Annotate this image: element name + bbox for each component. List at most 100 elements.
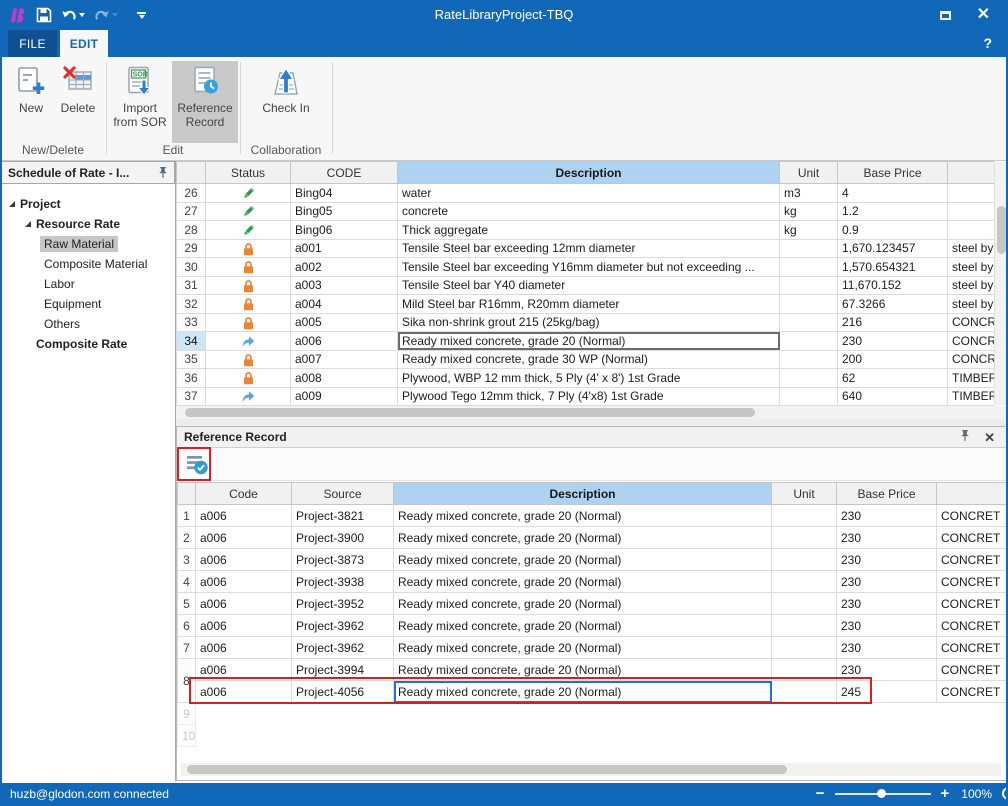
row-number-cell[interactable]: 29	[177, 239, 206, 258]
table-row[interactable]: 2a006Project-3900Ready mixed concrete, g…	[178, 527, 1008, 549]
column-header-base-price[interactable]: Base Price	[838, 162, 948, 184]
code-cell[interactable]: a006	[196, 659, 292, 681]
unit-cell[interactable]: kg	[780, 221, 838, 240]
group-cell[interactable]: steel by	[948, 276, 995, 295]
unit-cell[interactable]	[780, 350, 838, 369]
zoom-out-button[interactable]: −	[816, 786, 825, 801]
row-number-cell[interactable]: 1	[178, 505, 196, 527]
base-price-cell[interactable]: 230	[837, 527, 937, 549]
unit-cell[interactable]	[780, 258, 838, 277]
description-cell[interactable]: Ready mixed concrete, grade 30 WP (Norma…	[398, 350, 780, 369]
description-cell[interactable]: Ready mixed concrete, grade 20 (Normal)	[394, 571, 772, 593]
base-price-cell[interactable]: 245	[837, 681, 937, 703]
unit-cell[interactable]	[780, 295, 838, 314]
group-cell[interactable]	[948, 221, 995, 240]
base-price-cell[interactable]: 1.2	[838, 202, 948, 221]
sidebar-item-labor[interactable]: Labor	[2, 274, 175, 294]
base-price-cell[interactable]: 230	[837, 593, 937, 615]
status-cell[interactable]	[206, 387, 291, 406]
panel-splitter[interactable]	[176, 419, 1008, 426]
table-row[interactable]: 4a006Project-3938Ready mixed concrete, g…	[178, 571, 1008, 593]
sidebar-item-composite-rate[interactable]: Composite Rate	[2, 334, 175, 354]
tree-expander-icon[interactable]	[24, 220, 32, 228]
row-number-cell[interactable]: 7	[178, 637, 196, 659]
group-cell[interactable]: CONCRET	[937, 527, 1008, 549]
unit-cell[interactable]	[772, 571, 837, 593]
base-price-cell[interactable]: 230	[837, 637, 937, 659]
help-icon[interactable]: ?	[983, 35, 992, 51]
code-cell[interactable]: a003	[291, 276, 398, 295]
description-cell[interactable]: Ready mixed concrete, grade 20 (Normal)	[394, 681, 772, 703]
column-header-unit[interactable]: Unit	[780, 162, 838, 184]
source-cell[interactable]: Project-3821	[292, 505, 394, 527]
base-price-cell[interactable]: 0.9	[838, 221, 948, 240]
unit-cell[interactable]	[772, 527, 837, 549]
sidebar-item-others[interactable]: Others	[2, 314, 175, 334]
table-row[interactable]: 5a006Project-3952Ready mixed concrete, g…	[178, 593, 1008, 615]
status-cell[interactable]	[206, 369, 291, 388]
description-cell[interactable]: Tensile Steel bar exceeding 12mm diamete…	[398, 239, 780, 258]
unit-cell[interactable]	[780, 387, 838, 406]
code-cell[interactable]: a006	[196, 681, 292, 703]
base-price-cell[interactable]: 230	[837, 505, 937, 527]
scrollbar-thumb[interactable]	[187, 765, 787, 774]
table-row[interactable]: 37a009Plywood Tego 12mm thick, 7 Ply (4'…	[177, 387, 995, 406]
row-number-cell[interactable]: 33	[177, 313, 206, 332]
table-row[interactable]: 35a007Ready mixed concrete, grade 30 WP …	[177, 350, 995, 369]
sidebar-item-equipment[interactable]: Equipment	[2, 294, 175, 314]
unit-cell[interactable]	[772, 637, 837, 659]
zoom-slider-handle[interactable]	[877, 789, 886, 798]
base-price-cell[interactable]: 200	[838, 350, 948, 369]
description-cell[interactable]: Sika non-shrink grout 215 (25kg/bag)	[398, 313, 780, 332]
unit-cell[interactable]	[780, 369, 838, 388]
unit-cell[interactable]	[772, 659, 837, 681]
status-cell[interactable]	[206, 295, 291, 314]
group-cell[interactable]	[948, 184, 995, 203]
scrollbar-thumb[interactable]	[997, 206, 1006, 254]
customize-toolbar-icon[interactable]	[137, 12, 146, 19]
sidebar-item-composite-material[interactable]: Composite Material	[2, 254, 175, 274]
description-cell[interactable]: Ready mixed concrete, grade 20 (Normal)	[394, 615, 772, 637]
column-header-blank[interactable]	[177, 162, 206, 184]
zoom-in-button[interactable]: +	[941, 786, 950, 801]
column-header-code[interactable]: Code	[196, 483, 292, 505]
row-number-cell[interactable]: 34	[177, 332, 206, 351]
base-price-cell[interactable]: 1,670.123457	[838, 239, 948, 258]
description-cell[interactable]: Ready mixed concrete, grade 20 (Normal)	[394, 593, 772, 615]
source-cell[interactable]: Project-3994	[292, 659, 394, 681]
table-row[interactable]: 3a006Project-3873Ready mixed concrete, g…	[178, 549, 1008, 571]
new-button[interactable]: New	[8, 61, 54, 143]
pin-icon[interactable]	[158, 166, 168, 179]
code-cell[interactable]: a006	[196, 615, 292, 637]
tab-file[interactable]: FILE	[8, 30, 57, 57]
reference-record-button[interactable]: Reference Record	[172, 61, 238, 143]
unit-cell[interactable]	[772, 505, 837, 527]
table-row[interactable]: 8a006Project-3994Ready mixed concrete, g…	[178, 659, 1008, 681]
status-cell[interactable]	[206, 276, 291, 295]
scrollbar-thumb[interactable]	[185, 408, 755, 417]
table-row[interactable]: 29a001Tensile Steel bar exceeding 12mm d…	[177, 239, 995, 258]
row-number-cell[interactable]: 31	[177, 276, 206, 295]
column-header-blank[interactable]	[178, 483, 196, 505]
group-cell[interactable]: CONCRET	[937, 505, 1008, 527]
unit-cell[interactable]: kg	[780, 202, 838, 221]
maximize-icon[interactable]	[940, 11, 951, 20]
code-cell[interactable]: a004	[291, 295, 398, 314]
column-header-code[interactable]: CODE	[291, 162, 398, 184]
group-cell[interactable]: CONCRET	[937, 681, 1008, 703]
base-price-cell[interactable]: 230	[838, 332, 948, 351]
code-cell[interactable]: a006	[196, 593, 292, 615]
delete-button[interactable]: Delete	[54, 61, 102, 143]
code-cell[interactable]: a006	[291, 332, 398, 351]
group-cell[interactable]: CONCR	[948, 350, 995, 369]
unit-cell[interactable]	[772, 549, 837, 571]
reference-table-horizontal-scrollbar[interactable]	[181, 763, 1001, 776]
base-price-cell[interactable]: 62	[838, 369, 948, 388]
base-price-cell[interactable]: 640	[838, 387, 948, 406]
description-cell[interactable]: Thick aggregate	[398, 221, 780, 240]
column-header-source[interactable]: Source	[292, 483, 394, 505]
code-cell[interactable]: Bing05	[291, 202, 398, 221]
group-cell[interactable]: CONCR	[948, 332, 995, 351]
unit-cell[interactable]	[780, 313, 838, 332]
row-number-cell[interactable]: 28	[177, 221, 206, 240]
